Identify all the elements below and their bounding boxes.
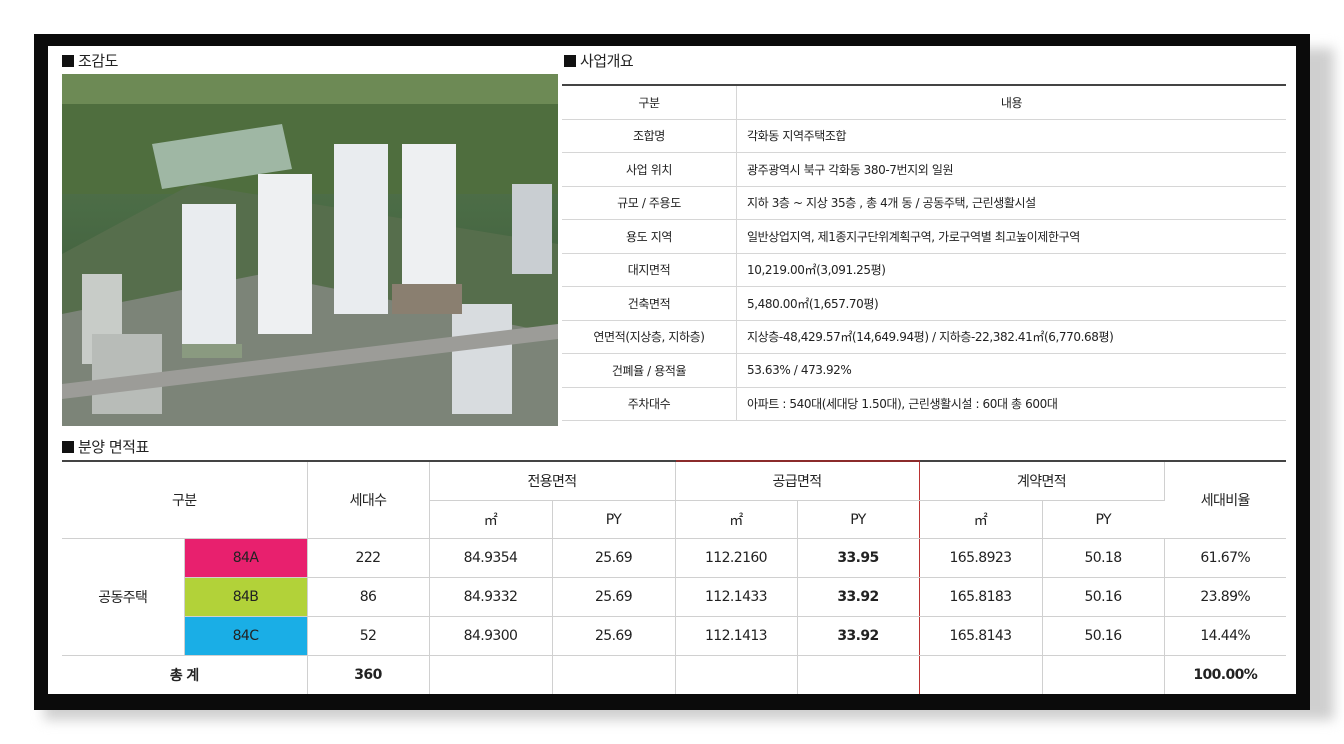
- unit-py-header: PY: [797, 500, 920, 539]
- overview-key: 연면적(지상층, 지하층): [562, 320, 737, 354]
- contract-py-cell: 50.18: [1042, 538, 1165, 578]
- ratio-cell: 14.44%: [1164, 616, 1286, 656]
- aerial-illustration: [62, 74, 558, 426]
- overview-row: 건축면적 5,480.00㎡(1,657.70평): [562, 286, 1286, 321]
- ratio-header: 세대비율: [1164, 460, 1286, 539]
- ratio-cell: 61.67%: [1164, 538, 1286, 578]
- table-row: 84B 86 84.9332 25.69 112.1433 33.92 165.…: [62, 577, 1286, 617]
- overview-key: 사업 위치: [562, 152, 737, 187]
- contract-sqm-cell: 165.8923: [919, 538, 1043, 578]
- supply-area-header: 공급면적: [674, 460, 920, 501]
- unit-py-header: PY: [552, 500, 676, 539]
- overview-value: 10,219.00㎡(3,091.25평): [736, 253, 1286, 287]
- overview-key: 규모 / 주용도: [562, 186, 737, 220]
- category-header: 구분: [62, 460, 308, 539]
- supply-sqm-cell: 112.2160: [674, 538, 798, 578]
- total-label: 총 계: [62, 655, 308, 694]
- overview-key: 대지면적: [562, 253, 737, 287]
- supply-sqm-cell: 112.1433: [674, 577, 798, 617]
- overview-value: 각화동 지역주택조합: [736, 119, 1286, 153]
- contract-py-cell: 50.16: [1042, 577, 1165, 617]
- empty-cell: [674, 655, 798, 694]
- supply-py-cell: 33.92: [797, 616, 920, 656]
- overview-key: 건축면적: [562, 286, 737, 321]
- overview-key: 조합명: [562, 119, 737, 153]
- overview-value: 일반상업지역, 제1종지구단위계획구역, 가로구역별 최고높이제한구역: [736, 219, 1286, 254]
- area-title-text: 분양 면적표: [78, 438, 149, 456]
- unit-py-header: PY: [1042, 500, 1164, 539]
- overview-title-text: 사업개요: [580, 52, 634, 70]
- overview-value: 53.63% / 473.92%: [736, 353, 1286, 388]
- exclusive-sqm-cell: 84.9354: [429, 538, 553, 578]
- square-bullet-icon: [62, 440, 74, 453]
- contract-py-cell: 50.16: [1042, 616, 1165, 656]
- overview-value: 지상층-48,429.57㎡(14,649.94평) / 지하층-22,382.…: [736, 320, 1286, 354]
- unit-sqm-header: ㎡: [674, 500, 798, 539]
- overview-row: 주차대수 아파트 : 540대(세대당 1.50대), 근린생활시설 : 60대…: [562, 387, 1286, 421]
- group-label: 공동주택: [62, 538, 185, 656]
- exclusive-sqm-cell: 84.9300: [429, 616, 553, 656]
- document-panel: 조감도 사업개요 구분 내용 조합명 각화동 지역주택조합 사업 위치 광주광역…: [48, 46, 1296, 694]
- total-row: 총 계 360 100.00%: [62, 655, 1286, 694]
- empty-cell: [1042, 655, 1165, 694]
- square-bullet-icon: [62, 54, 74, 67]
- aerial-title-text: 조감도: [78, 52, 118, 70]
- empty-cell: [429, 655, 553, 694]
- overview-row: 조합명 각화동 지역주택조합: [562, 119, 1286, 153]
- overview-table: 구분 내용 조합명 각화동 지역주택조합 사업 위치 광주광역시 북구 각화동 …: [562, 84, 1286, 421]
- overview-row: 대지면적 10,219.00㎡(3,091.25평): [562, 253, 1286, 287]
- overview-key: 건폐율 / 용적율: [562, 353, 737, 388]
- unit-type-84c: 84C: [184, 616, 308, 656]
- overview-row: 사업 위치 광주광역시 북구 각화동 380-7번지외 일원: [562, 152, 1286, 187]
- households-cell: 86: [307, 577, 430, 617]
- total-households: 360: [307, 655, 430, 694]
- table-row: 84C 52 84.9300 25.69 112.1413 33.92 165.…: [62, 616, 1286, 656]
- overview-row: 연면적(지상층, 지하층) 지상층-48,429.57㎡(14,649.94평)…: [562, 320, 1286, 354]
- supply-py-cell: 33.95: [797, 538, 920, 578]
- households-cell: 222: [307, 538, 430, 578]
- contract-area-header: 계약면적: [919, 460, 1165, 501]
- empty-cell: [552, 655, 676, 694]
- overview-row: 건폐율 / 용적율 53.63% / 473.92%: [562, 353, 1286, 388]
- supply-py-cell: 33.92: [797, 577, 920, 617]
- area-section-title: 분양 면적표: [62, 436, 149, 457]
- unit-sqm-header: ㎡: [429, 500, 553, 539]
- area-table: 구분 세대수 전용면적 공급면적 계약면적 세대비율 ㎡ PY ㎡ PY ㎡ P…: [62, 460, 1286, 694]
- overview-header-key: 구분: [562, 84, 737, 120]
- exclusive-py-cell: 25.69: [552, 538, 676, 578]
- exclusive-area-header: 전용면적: [429, 460, 676, 501]
- overview-header-value: 내용: [736, 84, 1286, 120]
- overview-value: 아파트 : 540대(세대당 1.50대), 근린생활시설 : 60대 총 60…: [736, 387, 1286, 421]
- overview-value: 광주광역시 북구 각화동 380-7번지외 일원: [736, 152, 1286, 187]
- overview-row: 규모 / 주용도 지하 3층 ~ 지상 35층 , 총 4개 동 / 공동주택,…: [562, 186, 1286, 220]
- contract-sqm-cell: 165.8183: [919, 577, 1043, 617]
- ratio-cell: 23.89%: [1164, 577, 1286, 617]
- exclusive-py-cell: 25.69: [552, 577, 676, 617]
- square-bullet-icon: [564, 54, 576, 67]
- empty-cell: [797, 655, 920, 694]
- overview-header-row: 구분 내용: [562, 84, 1286, 120]
- exclusive-sqm-cell: 84.9332: [429, 577, 553, 617]
- overview-key: 주차대수: [562, 387, 737, 421]
- aerial-section-title: 조감도: [62, 50, 118, 71]
- contract-sqm-cell: 165.8143: [919, 616, 1043, 656]
- unit-type-84b: 84B: [184, 577, 308, 617]
- households-cell: 52: [307, 616, 430, 656]
- aerial-view-image: [62, 74, 558, 426]
- overview-value: 5,480.00㎡(1,657.70평): [736, 286, 1286, 321]
- supply-sqm-cell: 112.1413: [674, 616, 798, 656]
- total-ratio: 100.00%: [1164, 655, 1286, 694]
- overview-value: 지하 3층 ~ 지상 35층 , 총 4개 동 / 공동주택, 근린생활시설: [736, 186, 1286, 220]
- table-row: 공동주택 84A 222 84.9354 25.69 112.2160 33.9…: [62, 538, 1286, 656]
- overview-key: 용도 지역: [562, 219, 737, 254]
- overview-section-title: 사업개요: [564, 50, 634, 71]
- unit-type-84a: 84A: [184, 538, 308, 578]
- area-header-row: 구분 세대수 전용면적 공급면적 계약면적 세대비율: [62, 460, 1286, 539]
- empty-cell: [919, 655, 1043, 694]
- overview-row: 용도 지역 일반상업지역, 제1종지구단위계획구역, 가로구역별 최고높이제한구…: [562, 219, 1286, 254]
- unit-sqm-header: ㎡: [919, 500, 1043, 539]
- exclusive-py-cell: 25.69: [552, 616, 676, 656]
- households-header: 세대수: [307, 460, 430, 539]
